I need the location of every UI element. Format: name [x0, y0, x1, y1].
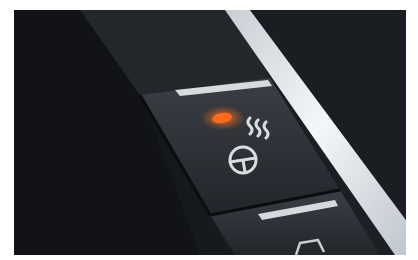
photo-canvas — [0, 0, 418, 260]
car-console-photo — [0, 0, 418, 260]
